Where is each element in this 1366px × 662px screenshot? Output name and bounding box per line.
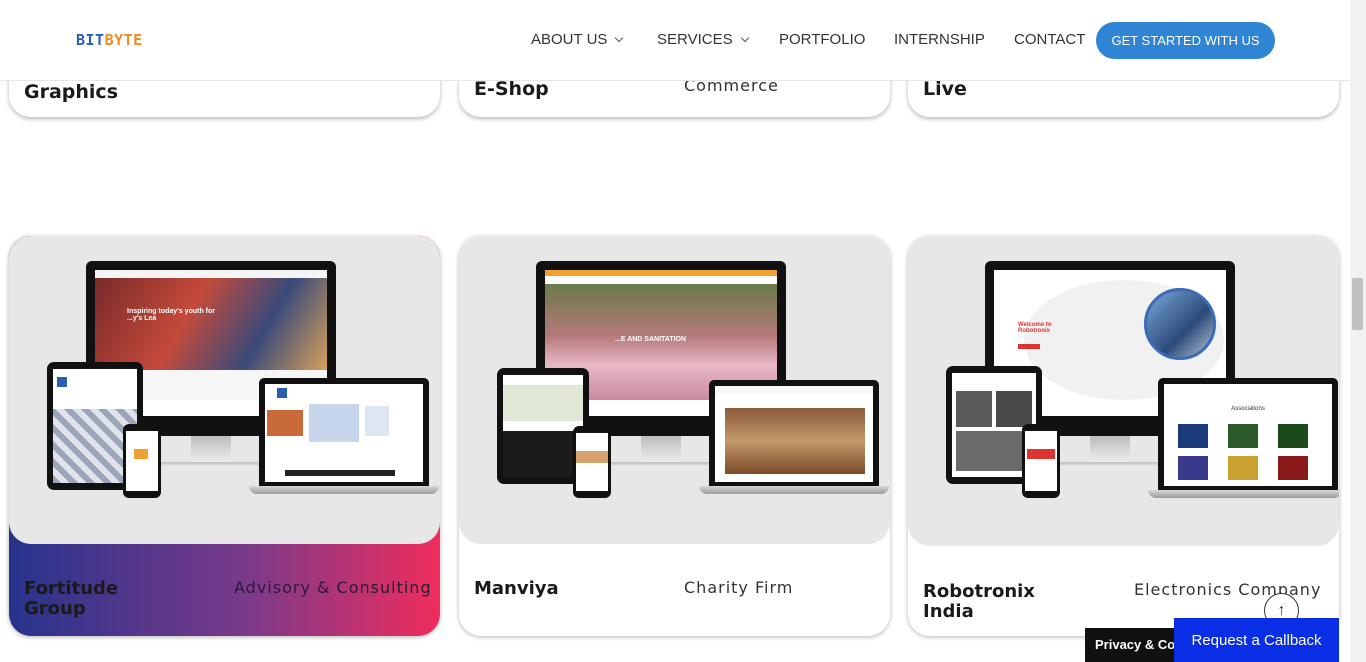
nav-internship[interactable]: INTERNSHIP: [894, 31, 985, 48]
project-mockup-image: Inspiring today's youth for ...y's Lea: [9, 236, 440, 544]
phone-mockup: [123, 424, 161, 498]
laptop-mockup: Associations: [1158, 378, 1338, 490]
get-started-button[interactable]: GET STARTED WITH US: [1096, 22, 1275, 59]
laptop-mockup: [259, 378, 429, 486]
laptop-heading-text: Associations: [1231, 406, 1265, 412]
phone-mockup: [573, 426, 611, 498]
nav-contact[interactable]: CONTACT: [1014, 31, 1085, 48]
bitbyte-logo[interactable]: BITBYTE: [76, 31, 143, 49]
portfolio-card-manviya[interactable]: ...E AND SANITATION Manviya Charity Firm: [459, 236, 890, 636]
portfolio-card-fortitude[interactable]: Inspiring today's youth for ...y's Lea F…: [9, 236, 440, 636]
scrollbar-thumb[interactable]: [1352, 278, 1363, 330]
mockup-hero-text: ...E AND SANITATION: [615, 336, 687, 343]
nav-about-us[interactable]: ABOUT US: [531, 31, 624, 48]
logo-part-2: BYTE: [104, 31, 143, 49]
card-title: Graphics: [24, 81, 118, 103]
card-subtitle: Electronics Company: [1134, 580, 1322, 599]
project-mockup-image: Welcome to Robotronix Associations: [908, 236, 1339, 546]
logo-part-1: BIT: [76, 31, 105, 49]
site-header: BITBYTE ABOUT US SERVICES PORTFOLIO INTE…: [0, 0, 1350, 81]
portfolio-card-robotronix[interactable]: Welcome to Robotronix Associations Robot…: [908, 236, 1339, 636]
card-title: Fortitude Group: [24, 578, 119, 619]
privacy-cookies-button[interactable]: Privacy & Coo: [1085, 628, 1185, 662]
card-subtitle: Advisory & Consulting: [234, 578, 432, 597]
card-title: Live: [923, 78, 967, 100]
card-subtitle: Charity Firm: [684, 578, 794, 597]
nav-services[interactable]: SERVICES: [657, 31, 749, 48]
mockup-hero-text: Inspiring today's youth for ...y's Lea: [127, 308, 215, 322]
mockup-hero-text: Welcome to Robotronix: [1018, 322, 1052, 334]
nav-about-label: ABOUT US: [531, 31, 608, 48]
page: Graphics E-Shop Commerce Live BITBYTE AB…: [0, 0, 1366, 662]
phone-mockup: [1022, 424, 1060, 498]
request-callback-button[interactable]: Request a Callback: [1174, 618, 1339, 662]
card-title: Robotronix India: [923, 581, 1035, 622]
chevron-down-icon: [615, 33, 624, 43]
page-scrollbar[interactable]: [1350, 0, 1366, 662]
arrow-up-icon: ↑: [1277, 601, 1286, 619]
card-title: E-Shop: [474, 78, 549, 100]
nav-services-label: SERVICES: [657, 31, 733, 48]
project-mockup-image: ...E AND SANITATION: [459, 236, 890, 544]
card-title: Manviya: [474, 578, 559, 599]
chevron-down-icon: [740, 33, 749, 43]
laptop-mockup: [709, 380, 879, 486]
nav-portfolio[interactable]: PORTFOLIO: [779, 31, 865, 48]
